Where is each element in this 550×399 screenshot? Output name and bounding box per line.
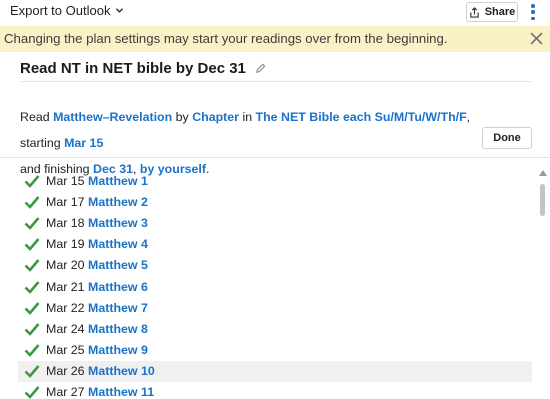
reading-date: Mar 24 <box>46 321 85 336</box>
reading-link[interactable]: Matthew 9 <box>88 343 148 357</box>
list-item[interactable]: Mar 21 Matthew 6 <box>18 276 532 297</box>
reading-date: Mar 25 <box>46 343 85 358</box>
divider <box>0 157 550 158</box>
reading-date: Mar 20 <box>46 258 85 273</box>
share-icon <box>469 6 479 18</box>
reading-date: Mar 26 <box>46 364 85 379</box>
plan-header: Read NT in NET bible by Dec 31 <box>20 60 532 82</box>
checkmark-icon[interactable] <box>24 280 40 294</box>
list-item[interactable]: Mar 17 Matthew 2 <box>18 191 532 212</box>
list-item[interactable]: Mar 19 Matthew 4 <box>18 234 532 255</box>
kebab-menu-icon[interactable] <box>529 3 537 21</box>
chevron-down-icon <box>116 8 124 13</box>
reading-date: Mar 22 <box>46 300 85 315</box>
scrollbar[interactable] <box>538 170 548 399</box>
scroll-thumb[interactable] <box>540 184 545 216</box>
checkmark-icon[interactable] <box>24 343 40 358</box>
export-to-outlook-button[interactable]: Export to Outlook <box>10 3 124 18</box>
reading-link[interactable]: Matthew 4 <box>88 237 148 251</box>
reading-date: Mar 21 <box>46 279 85 294</box>
reading-date: Mar 18 <box>46 215 85 230</box>
done-button[interactable]: Done <box>482 127 532 149</box>
reading-date: Mar 27 <box>46 385 85 399</box>
reading-date: Mar 19 <box>46 237 85 252</box>
list-item[interactable]: Mar 24 Matthew 8 <box>18 318 532 339</box>
export-label: Export to Outlook <box>10 3 111 18</box>
pencil-icon[interactable] <box>255 63 266 74</box>
checkmark-icon[interactable] <box>24 195 40 209</box>
unit-link[interactable]: Chapter <box>192 110 239 124</box>
banner-text: Changing the plan settings may start you… <box>4 31 448 46</box>
checkmark-icon[interactable] <box>24 237 40 252</box>
reading-link[interactable]: Matthew 8 <box>88 322 148 336</box>
list-item[interactable]: Mar 26 Matthew 10 <box>18 360 532 382</box>
warning-banner: Changing the plan settings may start you… <box>0 26 550 52</box>
share-button[interactable]: Share <box>466 2 518 22</box>
reading-link[interactable]: Matthew 2 <box>88 195 148 209</box>
checkmark-icon[interactable] <box>24 174 40 188</box>
scroll-up-arrow-icon[interactable] <box>539 170 547 176</box>
top-toolbar: Export to Outlook Share <box>0 0 550 25</box>
list-item[interactable]: Mar 22 Matthew 7 <box>18 297 532 318</box>
plan-title: Read NT in NET bible by Dec 31 <box>20 60 532 77</box>
checkmark-icon[interactable] <box>24 301 40 315</box>
checkmark-icon[interactable] <box>24 322 40 336</box>
reading-date: Mar 17 <box>46 194 85 209</box>
checkmark-icon[interactable] <box>24 258 40 273</box>
checkmark-icon[interactable] <box>24 385 40 399</box>
reading-link[interactable]: Matthew 5 <box>88 258 148 272</box>
list-item[interactable]: Mar 25 Matthew 9 <box>18 340 532 361</box>
range-link[interactable]: Matthew–Revelation <box>53 110 172 124</box>
share-label: Share <box>484 6 516 18</box>
checkmark-icon[interactable] <box>24 364 40 379</box>
reading-link[interactable]: Matthew 10 <box>88 364 155 378</box>
reading-link[interactable]: Matthew 7 <box>88 301 148 315</box>
reading-date: Mar 15 <box>46 173 85 188</box>
reading-link[interactable]: Matthew 3 <box>88 216 148 230</box>
list-item[interactable]: Mar 15 Matthew 1 <box>18 170 532 191</box>
close-icon[interactable] <box>530 32 543 45</box>
list-item[interactable]: Mar 27 Matthew 11 <box>18 382 532 399</box>
reading-link[interactable]: Matthew 6 <box>88 280 148 294</box>
start-date-link[interactable]: Mar 15 <box>64 136 103 150</box>
list-item[interactable]: Mar 18 Matthew 3 <box>18 212 532 233</box>
plan-title-text: Read NT in NET bible by Dec 31 <box>20 60 246 77</box>
list-item[interactable]: Mar 20 Matthew 5 <box>18 255 532 276</box>
reading-link[interactable]: Matthew 1 <box>88 174 148 188</box>
checkmark-icon[interactable] <box>24 216 40 230</box>
reading-list: Mar 15 Matthew 1 Mar 17 Matthew 2 Mar 18 Ma… <box>18 170 532 399</box>
bible-schedule-link[interactable]: The NET Bible each Su/M/Tu/W/Th/F <box>256 110 467 124</box>
reading-link[interactable]: Matthew 11 <box>88 385 154 399</box>
